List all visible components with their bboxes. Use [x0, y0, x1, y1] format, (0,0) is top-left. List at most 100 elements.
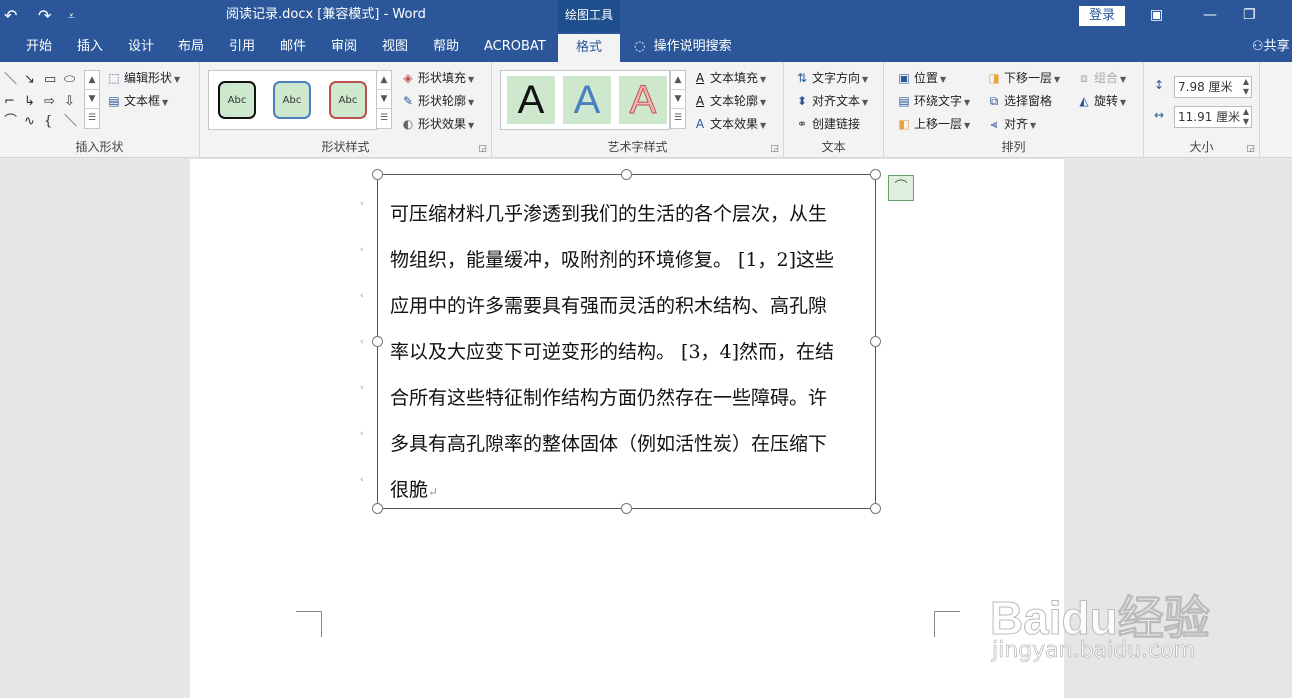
scroll-down-icon[interactable]: ▼ [377, 90, 391, 109]
down-arrow-shape-icon[interactable]: ⇩ [64, 94, 75, 110]
tab-acrobat[interactable]: ACROBAT [484, 32, 546, 62]
resize-handle-bottom[interactable] [621, 503, 632, 514]
text-outline-button[interactable]: A 文本轮廓 ▼ [692, 92, 766, 112]
wordart-gallery-scroll[interactable]: ▲ ▼ ☰ [670, 70, 686, 129]
resize-handle-left[interactable] [372, 336, 383, 347]
expand-gallery-icon[interactable]: ☰ [85, 109, 99, 128]
shape-fill-button[interactable]: ◈ 形状填充 ▼ [400, 69, 474, 89]
tell-me-search[interactable]: ◌ 操作说明搜索 [634, 32, 732, 62]
person-icon: ⚇ [1252, 39, 1264, 54]
redo-icon[interactable]: ↷ [38, 6, 51, 26]
align-text-button[interactable]: ⬍ 对齐文本 ▼ [794, 92, 868, 112]
rectangle-shape-icon[interactable]: ▭ [44, 72, 56, 88]
resize-handle-bottom-left[interactable] [372, 503, 383, 514]
diagonal-line-icon[interactable]: ＼ [64, 114, 77, 130]
tab-help[interactable]: 帮助 [433, 32, 459, 62]
align-text-icon: ⬍ [796, 94, 808, 108]
resize-handle-bottom-right[interactable] [870, 503, 881, 514]
scroll-up-icon[interactable]: ▲ [377, 71, 391, 90]
elbow-connector-icon[interactable]: ↳ [24, 94, 35, 110]
expand-gallery-icon[interactable]: ☰ [671, 109, 685, 128]
shape-height-input[interactable]: 7.98 厘米 ▲ ▼ [1174, 76, 1252, 98]
tab-home[interactable]: 开始 [26, 32, 52, 62]
shape-style-swatch-3[interactable]: Abc [329, 81, 367, 119]
shape-style-swatch-2[interactable]: Abc [273, 81, 311, 119]
freeform-icon[interactable]: ∿ [24, 114, 35, 130]
text-box-button[interactable]: ▤ 文本框 ▼ [106, 92, 168, 112]
position-button[interactable]: ▣ 位置 ▼ [896, 69, 946, 89]
layout-options-icon[interactable]: ⌒ [888, 175, 914, 201]
customize-toolbar-icon[interactable]: ⩡ [68, 6, 75, 26]
undo-icon[interactable]: ↶ [4, 6, 17, 26]
resize-handle-top-right[interactable] [870, 169, 881, 180]
shapes-gallery[interactable]: ＼ ↘ ▭ ⬭ ⌐ ↳ ⇨ ⇩ ⌒ ∿ { ＼ [2, 70, 82, 132]
resize-handle-top[interactable] [621, 169, 632, 180]
tab-design[interactable]: 设计 [128, 32, 154, 62]
group-objects-button[interactable]: ⧈ 组合 ▼ [1076, 69, 1126, 89]
tab-layout[interactable]: 布局 [178, 32, 204, 62]
text-line: 合所有这些特征制作结构方面仍然存在一些障碍。许 [390, 387, 828, 409]
login-button[interactable]: 登录 [1079, 6, 1125, 26]
selection-pane-button[interactable]: ⧉ 选择窗格 [986, 92, 1052, 110]
shape-styles-gallery-scroll[interactable]: ▲ ▼ ☰ [376, 70, 392, 129]
wrap-text-button[interactable]: ▤ 环绕文字 ▼ [896, 92, 970, 112]
scroll-down-icon[interactable]: ▼ [671, 90, 685, 109]
shape-styles-gallery[interactable]: Abc Abc Abc [208, 70, 378, 130]
text-direction-button[interactable]: ⇅ 文字方向 ▼ [794, 69, 868, 89]
wordart-gallery[interactable]: A A A [500, 70, 670, 130]
tab-insert[interactable]: 插入 [77, 32, 103, 62]
tab-format[interactable]: 格式 [558, 34, 620, 62]
tab-references[interactable]: 引用 [229, 32, 255, 62]
shape-width-input[interactable]: 11.91 厘米 ▲ ▼ [1174, 106, 1252, 128]
scroll-down-icon[interactable]: ▼ [85, 90, 99, 109]
send-backward-button[interactable]: ◨ 下移一层 ▼ [986, 69, 1060, 89]
height-spinner[interactable]: ▲ ▼ [1243, 77, 1249, 97]
group-label-insert-shapes: 插入形状 [75, 140, 124, 154]
expand-gallery-icon[interactable]: ☰ [377, 109, 391, 128]
bring-forward-button[interactable]: ◧ 上移一层 ▼ [896, 115, 970, 135]
drawing-tools-context-label: 绘图工具 [558, 0, 620, 32]
restore-icon[interactable]: ❐ [1243, 6, 1256, 24]
brace-shape-icon[interactable]: { [44, 114, 52, 130]
selected-text-box[interactable]: 可压缩材料几乎渗透到我们的生活的各个层次，从生 物组织，能量缓冲，吸附剂的环境修… [372, 169, 881, 514]
edit-shape-button[interactable]: ⬚ 编辑形状 ▼ [106, 69, 180, 89]
width-spinner[interactable]: ▲ ▼ [1243, 107, 1249, 127]
arrow-line-icon[interactable]: ↘ [24, 72, 35, 88]
shape-outline-button[interactable]: ✎ 形状轮廓 ▼ [400, 92, 474, 112]
create-link-button[interactable]: ⚭ 创建链接 [794, 115, 860, 133]
chevron-down-icon: ▼ [760, 75, 767, 84]
pen-icon: ✎ [402, 94, 414, 108]
text-direction-label: 文字方向 [812, 71, 861, 85]
scroll-up-icon[interactable]: ▲ [85, 71, 99, 90]
right-arrow-shape-icon[interactable]: ⇨ [44, 94, 55, 110]
dialog-launcher-icon[interactable]: ◲ [478, 144, 487, 154]
shapes-gallery-scroll[interactable]: ▲ ▼ ☰ [84, 70, 100, 129]
wordart-swatch-pink[interactable]: A [619, 76, 667, 124]
resize-handle-right[interactable] [870, 336, 881, 347]
align-button[interactable]: ⫷ 对齐 ▼ [986, 115, 1037, 135]
curve-shape-icon[interactable]: ⌒ [4, 114, 17, 130]
text-effects-button[interactable]: A 文本效果 ▼ [692, 115, 766, 135]
tab-review[interactable]: 审阅 [331, 32, 357, 62]
document-page[interactable]: ‹ ‹ ‹ ‹ ‹ ‹ ‹ 可压缩材料几乎渗透到我们的生活的各个层次，从生 物组… [190, 159, 1064, 698]
wordart-swatch-blue[interactable]: A [563, 76, 611, 124]
wordart-swatch-black[interactable]: A [507, 76, 555, 124]
dialog-launcher-icon[interactable]: ◲ [770, 144, 779, 154]
shape-style-swatch-1[interactable]: Abc [218, 81, 256, 119]
dialog-launcher-icon[interactable]: ◲ [1246, 144, 1255, 154]
ribbon-display-icon[interactable]: ▣ [1150, 6, 1163, 24]
ribbon-tabs: 开始 插入 设计 布局 引用 邮件 审阅 视图 帮助 ACROBAT 格式 ◌ … [0, 32, 1292, 62]
share-button[interactable]: ⚇共享 [1252, 32, 1290, 62]
connector-icon[interactable]: ⌐ [4, 94, 15, 110]
line-shape-icon[interactable]: ＼ [4, 72, 17, 88]
scroll-up-icon[interactable]: ▲ [671, 71, 685, 90]
rotate-button[interactable]: ◭ 旋转 ▼ [1076, 92, 1126, 112]
shape-effects-button[interactable]: ◐ 形状效果 ▼ [400, 115, 474, 135]
oval-shape-icon[interactable]: ⬭ [64, 72, 75, 88]
tab-view[interactable]: 视图 [382, 32, 408, 62]
text-box-content[interactable]: 可压缩材料几乎渗透到我们的生活的各个层次，从生 物组织，能量缓冲，吸附剂的环境修… [390, 191, 866, 515]
tab-mailings[interactable]: 邮件 [280, 32, 306, 62]
minimize-icon[interactable]: — [1203, 6, 1217, 24]
resize-handle-top-left[interactable] [372, 169, 383, 180]
text-fill-button[interactable]: A 文本填充 ▼ [692, 69, 766, 89]
